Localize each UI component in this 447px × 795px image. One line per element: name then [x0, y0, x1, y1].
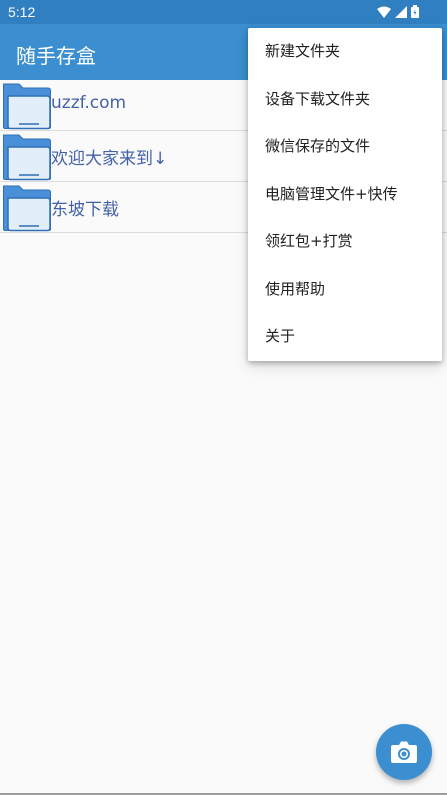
menu-item-device-downloads[interactable]: 设备下载文件夹 [248, 76, 442, 124]
status-icons [377, 5, 419, 18]
status-bar: 5:12 [0, 0, 447, 24]
folder-icon [3, 185, 51, 232]
menu-item-new-folder[interactable]: 新建文件夹 [248, 28, 442, 76]
wifi-icon [377, 6, 391, 18]
menu-item-help[interactable]: 使用帮助 [248, 266, 442, 314]
signal-icon [395, 5, 407, 18]
menu-item-pc-transfer[interactable]: 电脑管理文件+快传 [248, 171, 442, 219]
menu-item-red-packet[interactable]: 领红包+打赏 [248, 218, 442, 266]
camera-icon [391, 741, 417, 763]
battery-icon [411, 5, 419, 18]
file-name: 欢迎大家来到↓ [51, 149, 168, 169]
status-time: 5:12 [8, 4, 36, 20]
app-title: 随手存盒 [16, 44, 96, 68]
folder-icon [3, 83, 51, 130]
menu-item-wechat-files[interactable]: 微信保存的文件 [248, 123, 442, 171]
menu-item-about[interactable]: 关于 [248, 313, 442, 361]
file-name: uzzf.com [51, 93, 127, 113]
file-name: 东坡下载 [51, 200, 119, 220]
overflow-menu: 新建文件夹 设备下载文件夹 微信保存的文件 电脑管理文件+快传 领红包+打赏 使… [248, 28, 442, 361]
camera-button[interactable] [376, 724, 432, 780]
folder-icon [3, 134, 51, 181]
